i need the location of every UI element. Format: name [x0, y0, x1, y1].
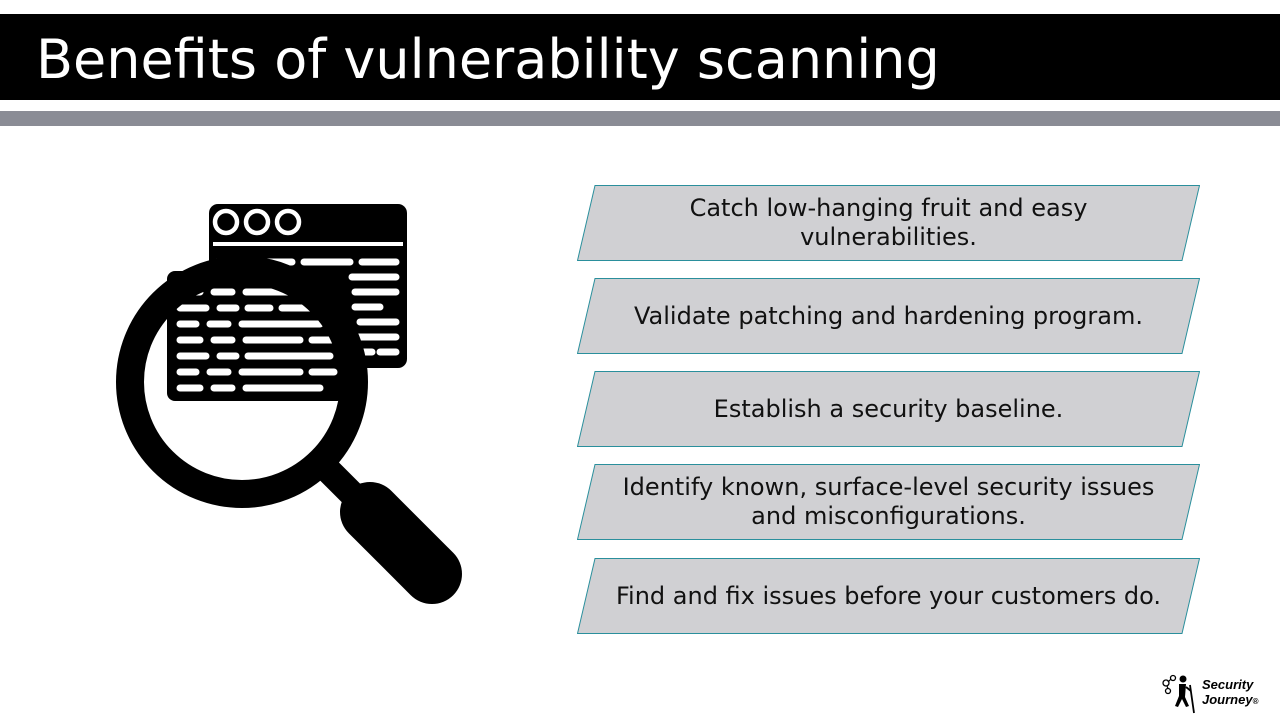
slide: Benefits of vulnerability scanning Catch…	[0, 0, 1280, 720]
hiker-icon	[1162, 674, 1195, 714]
logo-line-2: Journey®	[1202, 692, 1258, 709]
magnifier-browser-icon	[110, 195, 480, 615]
logo-line-2-text: Journey	[1202, 692, 1253, 707]
security-journey-logo: Security Journey®	[1160, 673, 1264, 715]
benefit-text: Validate patching and hardening program.	[633, 301, 1143, 330]
benefit-item: Identify known, surface-level security i…	[577, 464, 1200, 540]
benefit-item: Catch low-hanging fruit and easy vulnera…	[577, 185, 1200, 261]
benefit-text: Catch low-hanging fruit and easy vulnera…	[689, 194, 1088, 251]
magnifier-browser-icon-svg	[116, 204, 462, 604]
benefit-text: Find and fix issues before your customer…	[615, 581, 1162, 610]
accent-divider	[0, 111, 1280, 126]
slide-title: Benefits of vulnerability scanning	[36, 28, 940, 91]
registered-mark: ®	[1252, 697, 1259, 706]
magnifier-handle	[340, 482, 462, 604]
logo-line-1: Security	[1202, 677, 1254, 692]
title-bar: Benefits of vulnerability scanning	[0, 14, 1280, 100]
benefit-item: Establish a security baseline.	[577, 371, 1200, 447]
benefit-item: Find and fix issues before your customer…	[577, 558, 1200, 634]
benefit-item: Validate patching and hardening program.	[577, 278, 1200, 354]
benefit-text: Identify known, surface-level security i…	[622, 473, 1155, 530]
logo-text: Security Journey®	[1202, 677, 1258, 709]
benefit-text: Establish a security baseline.	[713, 394, 1064, 423]
